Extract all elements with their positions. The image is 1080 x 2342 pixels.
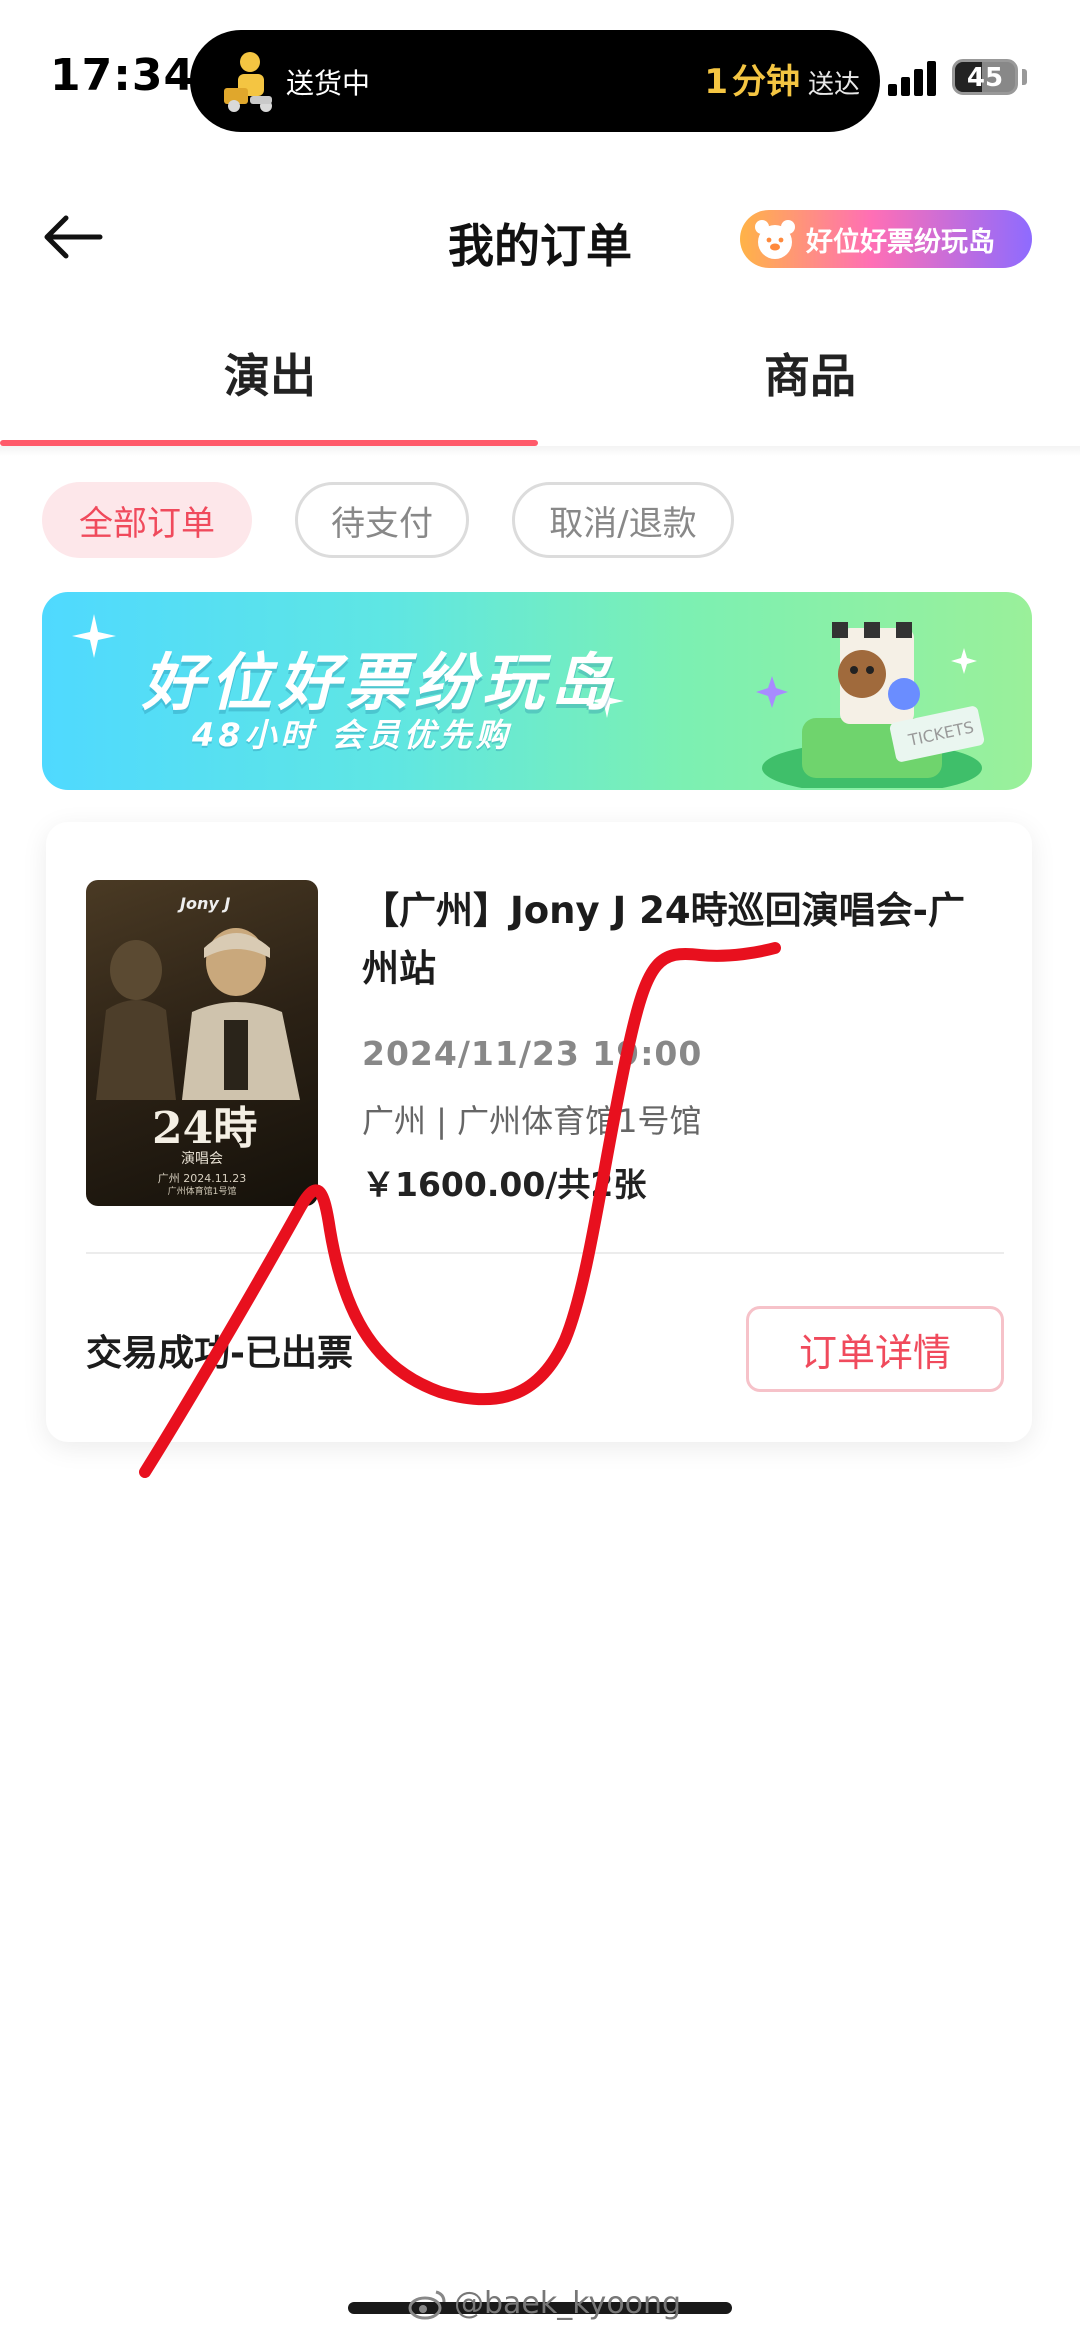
order-card[interactable]: Jony J 24時 演唱会 广州 2024.11.23 广州体育馆1号馆 【广… xyxy=(46,822,1032,1442)
watermark-text: @baek_kyoong xyxy=(454,2286,682,2321)
status-time: 17:34 xyxy=(50,50,196,101)
eta-unit: 分钟 xyxy=(731,62,800,102)
eta-number: 1 xyxy=(704,62,728,102)
promo-badge-button[interactable]: 好位好票纷玩岛 xyxy=(740,210,1032,268)
signal-icon xyxy=(888,60,940,96)
delivery-rider-icon xyxy=(224,52,272,112)
banner-subtitle: 48小时 会员优先购 xyxy=(192,716,512,754)
filter-pending-payment[interactable]: 待支付 xyxy=(295,482,469,558)
tab-goods[interactable]: 商品 xyxy=(540,340,1080,406)
battery-icon: 45 xyxy=(952,59,1018,95)
promo-label: 好位好票纷玩岛 xyxy=(806,226,995,258)
bear-mascot-icon xyxy=(755,220,795,259)
filter-cancel-refund[interactable]: 取消/退款 xyxy=(512,482,734,558)
mascot-illustration-icon: TICKETS xyxy=(756,622,985,788)
battery-level: 45 xyxy=(966,63,1004,93)
promo-banner[interactable]: 好位好票纷玩岛 48小时 会员优先购 TICKETS xyxy=(42,592,1032,790)
delivery-eta: 1 分钟 送达 xyxy=(704,54,860,103)
delivery-status-text: 送货中 xyxy=(286,67,371,100)
banner-title: 好位好票纷玩岛 xyxy=(142,646,619,719)
weibo-logo-icon xyxy=(408,2290,446,2319)
poster-brand: Jony J xyxy=(180,894,231,913)
card-divider xyxy=(86,1252,1004,1254)
artist-photo xyxy=(96,928,300,1100)
event-poster[interactable]: Jony J 24時 演唱会 广州 2024.11.23 广州体育馆1号馆 xyxy=(86,880,318,1206)
order-detail-button[interactable]: 订单详情 xyxy=(746,1306,1004,1392)
order-price: ￥1600.00/共2张 xyxy=(362,1165,647,1204)
order-status: 交易成功-已出票 xyxy=(86,1333,353,1374)
poster-title: 24時 xyxy=(152,1103,258,1154)
event-name[interactable]: 【广州】Jony J 24時巡回演唱会-广州站 xyxy=(362,882,982,998)
eta-suffix: 送达 xyxy=(807,70,860,100)
filter-all-orders[interactable]: 全部订单 xyxy=(42,482,252,558)
poster-venue: 广州体育馆1号馆 xyxy=(167,1187,237,1197)
watermark: @baek_kyoong xyxy=(408,2286,681,2321)
tab-divider xyxy=(0,446,1080,456)
sparkle-icon xyxy=(72,614,116,658)
event-venue: 广州 | 广州体育馆1号馆 xyxy=(362,1102,702,1140)
dynamic-island-live-activity[interactable]: 送货中 1 分钟 送达 xyxy=(190,30,880,132)
tab-shows[interactable]: 演出 xyxy=(0,340,540,406)
event-datetime: 2024/11/23 19:00 xyxy=(362,1034,703,1073)
poster-subtitle: 演唱会 xyxy=(181,1151,223,1167)
